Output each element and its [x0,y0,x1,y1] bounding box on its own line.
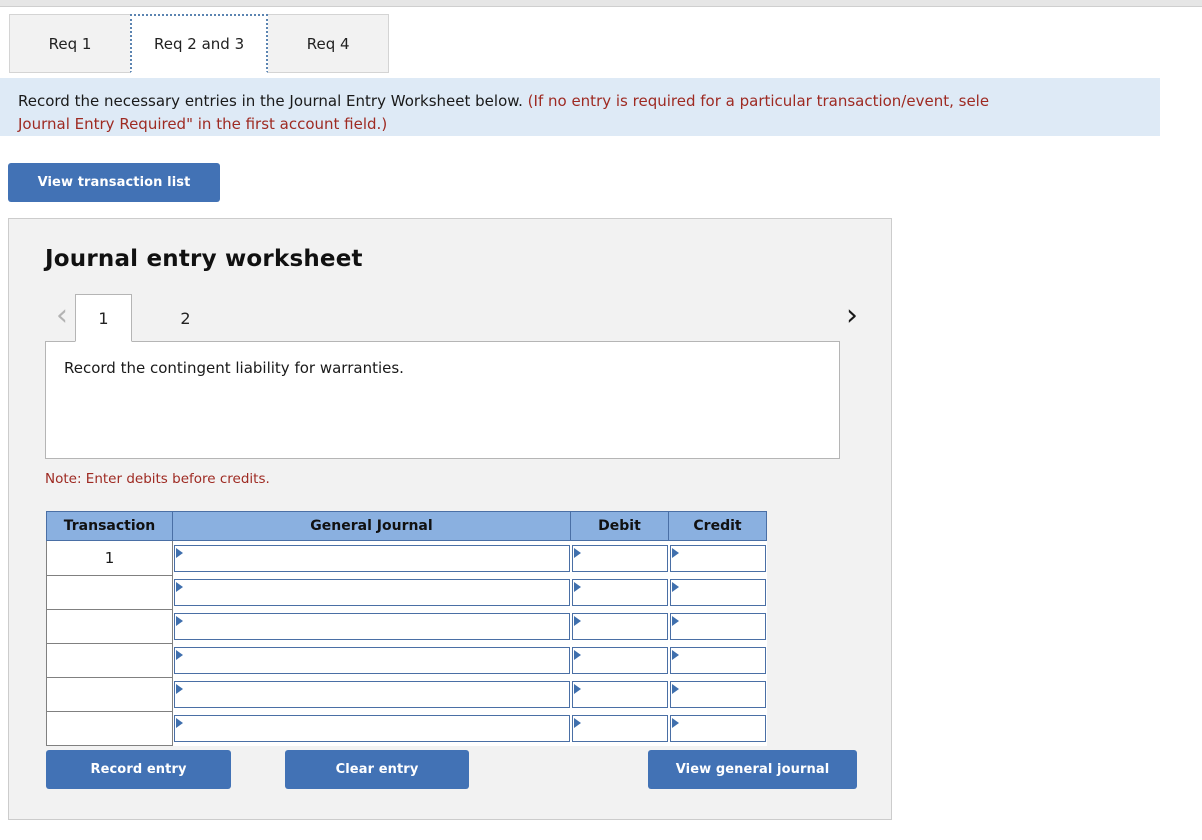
credit-input-1[interactable] [669,544,766,572]
worksheet-page-1[interactable]: 1 [75,294,132,342]
next-page-icon[interactable]: › [835,296,869,336]
general-journal-input-1[interactable] [174,544,570,572]
entry-description-text: Record the contingent liability for warr… [64,359,404,377]
table-header-row: Transaction General Journal Debit Credit [46,511,767,541]
table-row [46,710,767,746]
debit-input-6[interactable] [571,714,668,742]
credit-cell [668,711,767,745]
column-header-general-journal: General Journal [172,511,571,541]
general-journal-cell [172,575,571,609]
tab-req-1[interactable]: Req 1 [9,14,131,73]
debit-cell [570,575,669,609]
journal-entry-table: Transaction General Journal Debit Credit… [46,511,767,746]
credit-input-5[interactable] [669,680,766,708]
top-strip [0,0,1202,7]
credit-input-2[interactable] [669,578,766,606]
view-general-journal-button[interactable]: View general journal [648,750,857,789]
credit-cell [668,677,767,711]
requirement-tabs: Req 1 Req 2 and 3 Req 4 [9,14,390,73]
instruction-text-black: Record the necessary entries in the Jour… [18,92,523,110]
debit-cell [570,677,669,711]
column-header-debit: Debit [570,511,669,541]
credit-input-6[interactable] [669,714,766,742]
view-transaction-list-button[interactable]: View transaction list [8,163,220,202]
debit-cell [570,711,669,745]
entry-description-box: Record the contingent liability for warr… [45,341,840,459]
general-journal-cell [172,609,571,643]
debit-cell [570,540,669,575]
record-entry-button[interactable]: Record entry [46,750,231,789]
general-journal-input-5[interactable] [174,680,570,708]
table-row [46,676,767,712]
general-journal-input-4[interactable] [174,646,570,674]
tab-req-4[interactable]: Req 4 [267,14,390,73]
debit-input-3[interactable] [571,612,668,640]
debit-cell [570,609,669,643]
debit-cell [570,643,669,677]
instruction-line-1: Record the necessary entries in the Jour… [18,90,1144,113]
credit-cell [668,540,767,575]
table-row [46,642,767,678]
column-header-credit: Credit [668,511,767,541]
instruction-banner: Record the necessary entries in the Jour… [0,78,1160,136]
worksheet-pager: ‹ 1 2 › [45,294,865,342]
debit-input-4[interactable] [571,646,668,674]
page-root: Req 1 Req 2 and 3 Req 4 Record the neces… [0,0,1202,840]
table-row: 1 [46,540,767,576]
instruction-text-red: (If no entry is required for a particula… [522,92,990,110]
transaction-number-cell [46,676,173,712]
page-title: Journal entry worksheet [45,246,363,272]
general-journal-cell [172,540,571,575]
transaction-number-cell [46,608,173,644]
previous-page-icon[interactable]: ‹ [45,296,79,336]
debit-input-2[interactable] [571,578,668,606]
column-header-transaction: Transaction [46,511,173,541]
clear-entry-button[interactable]: Clear entry [285,750,469,789]
credit-cell [668,609,767,643]
transaction-number-cell [46,710,173,746]
credit-cell [668,575,767,609]
credit-cell [668,643,767,677]
debit-input-1[interactable] [571,544,668,572]
debits-before-credits-note: Note: Enter debits before credits. [45,471,270,487]
credit-input-4[interactable] [669,646,766,674]
general-journal-cell [172,711,571,745]
credit-input-3[interactable] [669,612,766,640]
transaction-number-cell [46,642,173,678]
worksheet-page-2[interactable]: 2 [157,294,214,342]
table-row [46,574,767,610]
transaction-number-cell: 1 [46,540,173,576]
general-journal-input-3[interactable] [174,612,570,640]
debit-input-5[interactable] [571,680,668,708]
table-row [46,608,767,644]
transaction-number-cell [46,574,173,610]
general-journal-input-2[interactable] [174,578,570,606]
journal-entry-worksheet-panel: Journal entry worksheet ‹ 1 2 › Record t… [8,218,892,820]
tab-req-2-and-3[interactable]: Req 2 and 3 [130,14,269,73]
general-journal-cell [172,677,571,711]
general-journal-cell [172,643,571,677]
instruction-line-2: Journal Entry Required" in the first acc… [18,115,388,133]
general-journal-input-6[interactable] [174,714,570,742]
